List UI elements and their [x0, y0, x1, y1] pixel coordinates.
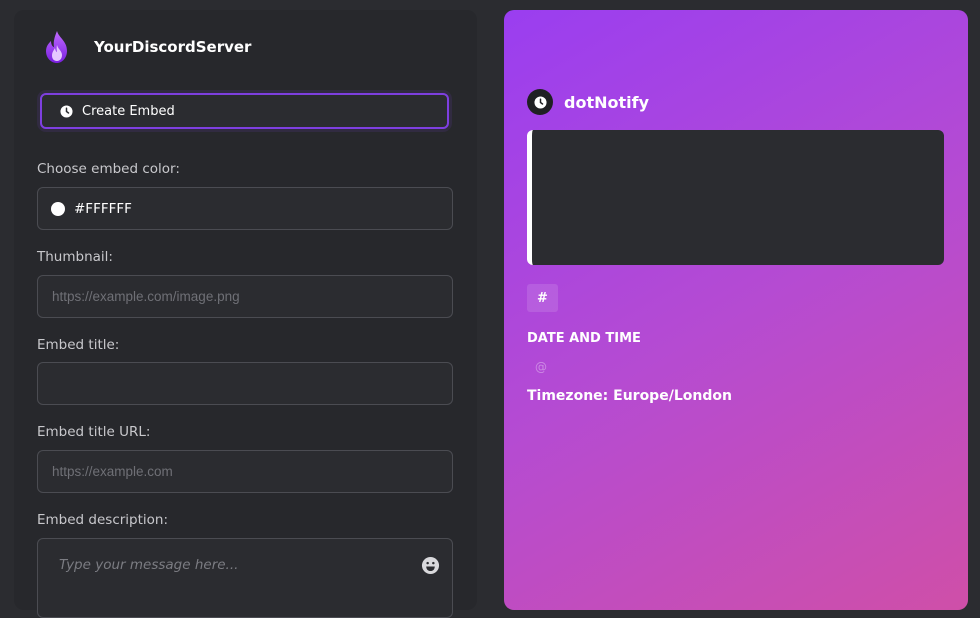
color-swatch[interactable]	[51, 201, 65, 216]
server-name: YourDiscordServer	[94, 38, 252, 56]
bot-name: dotNotify	[564, 92, 649, 112]
embed-title-field[interactable]	[37, 362, 453, 405]
timezone-text: Timezone: Europe/London	[527, 388, 732, 404]
color-value: #FFFFFF	[74, 200, 132, 217]
bot-header: dotNotify	[527, 89, 649, 115]
embed-description-label: Embed description:	[37, 512, 169, 528]
bot-avatar	[527, 89, 553, 115]
embed-editor-panel: YourDiscordServer Create Embed Choose em…	[14, 10, 477, 618]
embed-title-url-field[interactable]	[37, 450, 453, 493]
server-header: YourDiscordServer	[40, 30, 251, 64]
thumbnail-input[interactable]	[50, 288, 434, 305]
description-placeholder: Type your message here...	[59, 557, 239, 573]
date-time-label: DATE AND TIME	[527, 331, 641, 346]
create-embed-label: Create Embed	[82, 103, 175, 119]
embed-title-label: Embed title:	[37, 337, 120, 353]
embed-description-field[interactable]: Type your message here...	[37, 538, 453, 618]
channel-chip[interactable]: #	[527, 284, 558, 312]
thumbnail-field[interactable]	[37, 275, 453, 318]
thumbnail-label: Thumbnail:	[37, 249, 113, 265]
embed-title-input[interactable]	[50, 375, 434, 392]
clock-icon	[60, 104, 73, 118]
embed-title-url-label: Embed title URL:	[37, 424, 151, 440]
clock-icon	[533, 95, 547, 109]
embed-title-url-input[interactable]	[50, 463, 434, 480]
flame-icon	[40, 30, 74, 64]
embed-preview-card	[527, 130, 944, 265]
create-embed-button[interactable]: Create Embed	[40, 93, 449, 129]
mention-symbol: @	[535, 360, 547, 374]
embed-preview-panel: dotNotify # DATE AND TIME @ Timezone: Eu…	[504, 10, 968, 610]
embed-color-picker[interactable]: #FFFFFF	[37, 187, 453, 230]
emoji-icon[interactable]	[421, 556, 440, 575]
embed-color-label: Choose embed color:	[37, 161, 180, 177]
